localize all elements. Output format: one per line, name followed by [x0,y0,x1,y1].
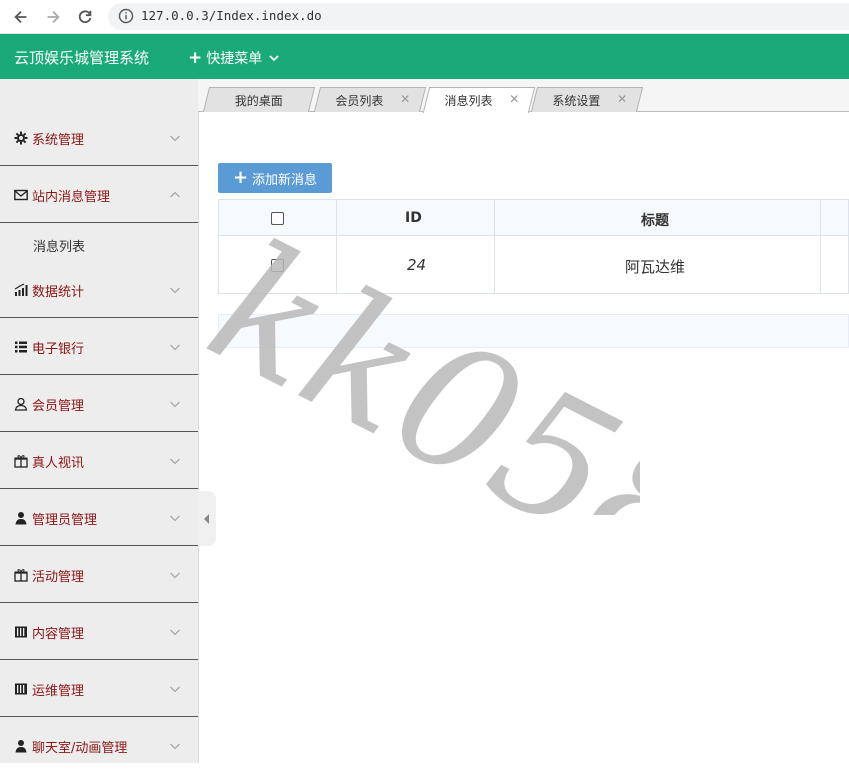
book-icon [15,626,27,638]
tab-label: 我的桌面 [234,94,283,108]
caret-left-icon [204,513,209,524]
forward-button[interactable] [41,5,65,29]
plus-icon: + [232,167,249,188]
sidebar-item-label: 活动管理 [32,570,85,585]
sidebar-item-label: 站内消息管理 [32,190,111,205]
column-divider [336,236,337,293]
chevron-down-icon [170,458,180,465]
plus-icon: + [188,48,203,68]
sidebar-item-admins[interactable]: 管理员管理 [0,490,198,546]
column-header-title: 标题 [641,213,669,229]
close-icon[interactable]: ✕ [509,92,519,106]
close-icon[interactable]: ✕ [617,92,627,106]
sidebar-item-label: 聊天室/动画管理 [32,741,128,756]
sidebar-item-label: 运维管理 [32,684,85,699]
sidebar-subitem-message-list[interactable]: 消息列表 [33,236,85,255]
column-divider [336,200,337,235]
list-icon [15,341,27,353]
sidebar-item-content[interactable]: 内容管理 [0,604,198,660]
gear-icon [14,131,28,145]
chevron-down-icon [170,743,180,750]
sidebar-item-operations[interactable]: 运维管理 [0,661,198,717]
sidebar-item-label: 数据统计 [32,285,85,300]
tab-label: 消息列表 [444,94,493,108]
add-message-label: 添加新消息 [252,172,318,188]
column-divider [494,200,495,235]
user-icon [15,740,27,753]
table-row: 24 阿瓦达维 [218,236,849,294]
row-checkbox[interactable] [271,259,284,272]
chevron-down-icon [170,287,180,294]
chevron-down-icon [170,572,180,579]
tab-desktop[interactable]: 我的桌面 [202,87,316,112]
column-header-id: ID [405,210,422,226]
back-button[interactable] [9,5,33,29]
sidebar: 系统管理 站内消息管理 消息列表 数据统计 电子银行 会员管理 真人视讯 管理员… [0,79,199,763]
chevron-down-icon [170,515,180,522]
chevron-down-icon [170,401,180,408]
sidebar-item-ebank[interactable]: 电子银行 [0,319,198,375]
user-icon [15,512,27,525]
row-title: 阿瓦达维 [625,258,686,276]
reload-icon [78,10,92,24]
sidebar-item-label: 电子银行 [32,342,85,357]
chevron-down-icon [170,344,180,351]
quick-menu-button[interactable]: + 快捷菜单 [188,48,280,68]
table-footer [218,314,849,348]
close-icon[interactable]: ✕ [400,92,410,106]
tab-bar: 我的桌面 会员列表 ✕ 消息列表 ✕ 系统设置 ✕ [198,79,849,113]
sidebar-item-system[interactable]: 系统管理 [0,110,198,166]
browser-toolbar: 127.0.0.3/Index.index.do [0,0,849,34]
arrow-right-icon [47,10,60,24]
sidebar-item-label: 内容管理 [32,627,85,642]
add-message-button[interactable]: + 添加新消息 [218,163,332,193]
sidebar-collapse-button[interactable] [198,491,216,546]
gift-icon [14,569,28,582]
column-divider [494,236,495,293]
url-text: 127.0.0.3/Index.index.do [141,8,322,23]
app-header: 云顶娱乐城管理系统 + 快捷菜单 [0,34,849,79]
sidebar-item-live-video[interactable]: 真人视讯 [0,433,198,489]
sidebar-item-activities[interactable]: 活动管理 [0,547,198,603]
select-all-checkbox[interactable] [271,212,284,225]
tab-member-list[interactable]: 会员列表 ✕ [313,87,427,112]
quick-menu-label: 快捷菜单 [206,51,263,67]
sidebar-item-chatroom[interactable]: 聊天室/动画管理 [0,718,198,774]
row-id: 24 [407,256,427,274]
envelope-icon [14,189,28,201]
reload-button[interactable] [73,5,97,29]
table-header: ID 标题 [218,199,849,236]
tab-system-settings[interactable]: 系统设置 ✕ [530,87,644,112]
column-divider [820,200,821,235]
sidebar-item-label: 会员管理 [32,399,85,414]
chevron-down-icon [170,686,180,693]
chevron-down-icon [170,629,180,636]
tab-label: 系统设置 [552,94,601,108]
chevron-down-icon [269,55,279,62]
tab-message-list[interactable]: 消息列表 ✕ [422,87,536,113]
sidebar-item-label: 系统管理 [32,133,85,148]
address-bar[interactable]: 127.0.0.3/Index.index.do [108,3,849,30]
book-icon [15,683,27,695]
info-icon[interactable] [118,8,134,24]
gift-icon [14,455,28,468]
column-divider [820,236,821,293]
tab-label: 会员列表 [335,94,384,108]
chevron-up-icon [170,191,180,198]
arrow-left-icon [14,10,27,24]
app-title: 云顶娱乐城管理系统 [14,49,150,67]
user-outline-icon [14,397,28,411]
sidebar-item-label: 管理员管理 [32,513,98,528]
sidebar-item-label: 真人视讯 [32,456,85,471]
sidebar-item-messages[interactable]: 站内消息管理 [0,167,198,223]
sidebar-item-members[interactable]: 会员管理 [0,376,198,432]
bar-chart-icon [14,283,28,296]
chevron-down-icon [170,135,180,142]
sidebar-item-statistics[interactable]: 数据统计 [0,262,198,318]
